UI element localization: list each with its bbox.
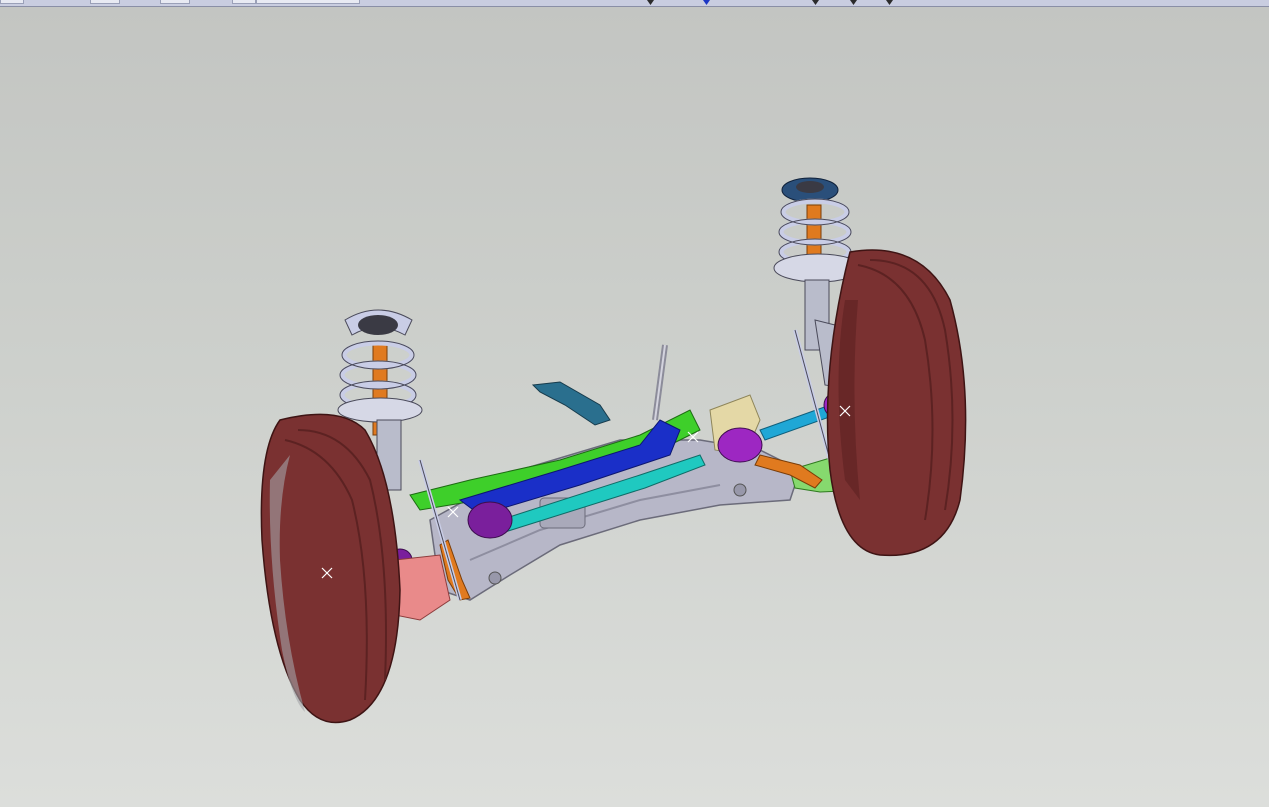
top-toolbar-strip (0, 0, 1269, 7)
left-lower-control-arm[interactable] (394, 554, 451, 621)
suspension-model-canvas[interactable] (0, 7, 1269, 807)
steering-bracket[interactable] (531, 381, 611, 426)
dropdown-marker-icon[interactable] (703, 0, 710, 5)
dropdown-marker-icon[interactable] (886, 0, 893, 5)
toolbar-button[interactable] (160, 0, 190, 4)
toolbar-button[interactable] (232, 0, 256, 4)
toolbar-button[interactable] (90, 0, 120, 4)
3d-viewport[interactable] (0, 7, 1269, 807)
toolbar-button[interactable] (0, 0, 24, 4)
toolbar-button[interactable] (256, 0, 360, 4)
dropdown-marker-icon[interactable] (850, 0, 857, 5)
dropdown-marker-icon[interactable] (812, 0, 819, 5)
cad-application-window (0, 0, 1269, 807)
dropdown-marker-icon[interactable] (647, 0, 654, 5)
right-wheel[interactable] (826, 249, 967, 557)
left-wheel[interactable] (260, 413, 401, 724)
